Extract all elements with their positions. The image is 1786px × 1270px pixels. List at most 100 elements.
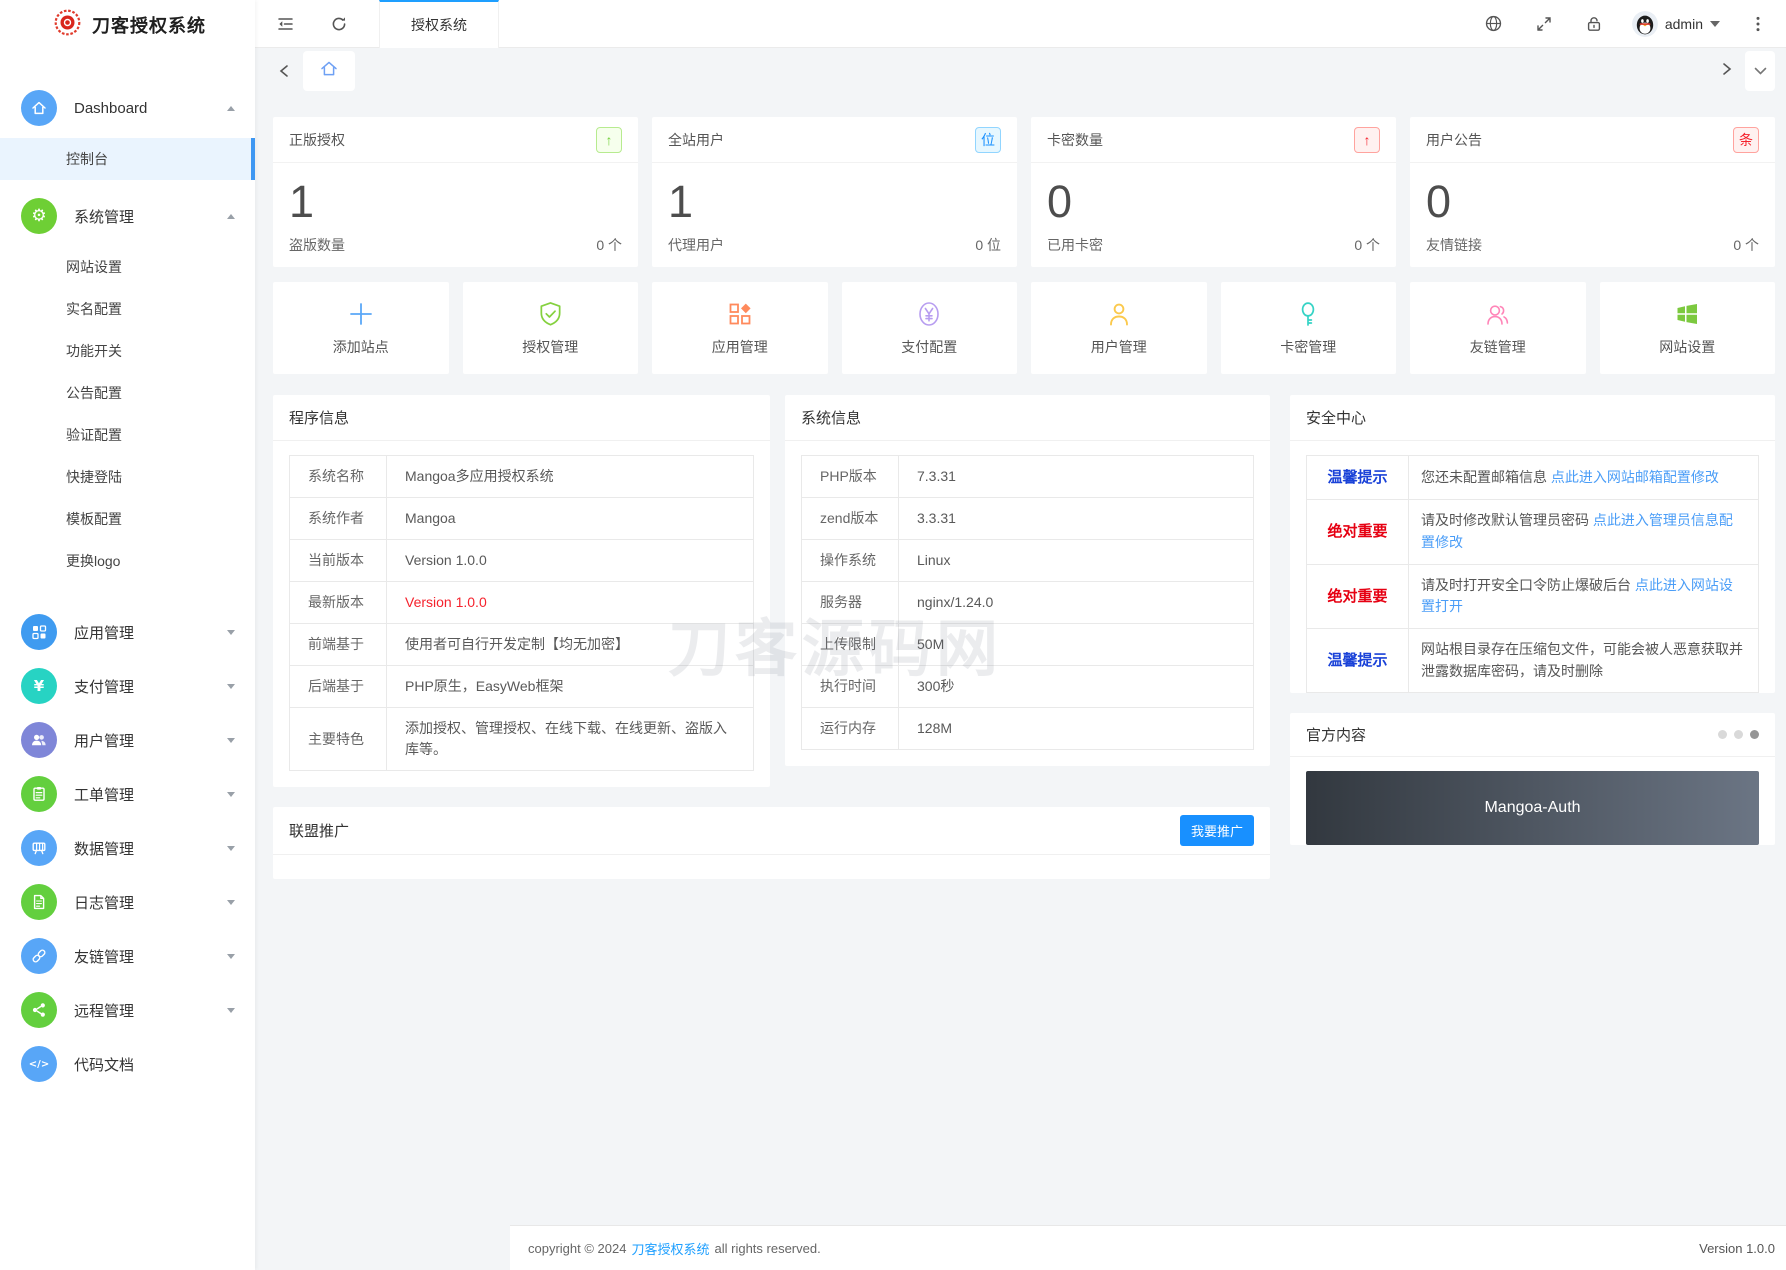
home-icon <box>21 90 57 126</box>
carousel-dot[interactable] <box>1718 730 1727 739</box>
yen-circle-icon <box>917 299 941 329</box>
sidebar-item-label: 数据管理 <box>74 838 134 859</box>
panel-title: 联盟推广 <box>289 820 349 841</box>
stat-footer-label: 友情链接 <box>1426 235 1482 255</box>
promote-button[interactable]: 我要推广 <box>1180 815 1254 846</box>
breadcrumb-home[interactable] <box>303 51 355 91</box>
chevron-down-icon <box>227 846 235 851</box>
page-footer: copyright © 2024 刀客授权系统 all rights reser… <box>510 1225 1786 1270</box>
sidebar-item-dashboard[interactable]: Dashboard <box>0 84 255 132</box>
stat-value: 1 <box>668 176 1017 228</box>
shortcut-payment-config[interactable]: 支付配置 <box>842 282 1018 374</box>
carousel-dots <box>1718 730 1759 739</box>
stat-value: 0 <box>1426 176 1775 228</box>
sidebar-item-feature-switch[interactable]: 功能开关 <box>0 330 255 372</box>
sidebar-item-code-docs[interactable]: </> 代码文档 <box>0 1040 255 1088</box>
shortcut-user-mgmt[interactable]: 用户管理 <box>1031 282 1207 374</box>
forward-arrow-icon[interactable] <box>1721 62 1733 81</box>
sidebar-item-label: 工单管理 <box>74 784 134 805</box>
sidebar-item-label: 代码文档 <box>74 1054 134 1075</box>
more-options-icon[interactable] <box>1746 12 1770 36</box>
sidebar-item-change-logo[interactable]: 更换logo <box>0 540 255 582</box>
info-row: 服务器nginx/1.24.0 <box>802 582 1254 624</box>
topbar-actions: admin <box>1482 11 1786 37</box>
refresh-icon[interactable] <box>327 12 351 36</box>
tab-auth-system[interactable]: 授权系统 <box>379 0 499 48</box>
sidebar-item-label: 远程管理 <box>74 1000 134 1021</box>
shortcut-app-mgmt[interactable]: 应用管理 <box>652 282 828 374</box>
content: 正版授权 ↑ 1 盗版数量 0 个 全站用户 位 1 <box>255 94 1786 879</box>
sidebar-item-label: 系统管理 <box>74 206 134 227</box>
globe-icon[interactable] <box>1482 12 1506 36</box>
sidebar-item-console[interactable]: 控制台 <box>0 138 255 180</box>
key-icon <box>1297 299 1319 329</box>
security-link[interactable]: 点此进入网站邮箱配置修改 <box>1551 469 1719 485</box>
panels-row: 程序信息 系统名称Mangoa多应用授权系统 系统作者Mangoa 当前版本Ve… <box>273 395 1775 879</box>
stat-badge: 条 <box>1733 127 1759 153</box>
panel-title: 系统信息 <box>801 407 861 428</box>
info-row: 系统作者Mangoa <box>290 498 754 540</box>
sidebar-item-quick-login[interactable]: 快捷登陆 <box>0 456 255 498</box>
stat-footer-label: 已用卡密 <box>1047 235 1103 255</box>
sidebar-item-site-settings[interactable]: 网站设置 <box>0 246 255 288</box>
app-grid-icon <box>727 299 753 329</box>
security-center-panel: 安全中心 温馨提示 您还未配置邮箱信息 点此进入网站邮箱配置修改 绝对重要 请及… <box>1290 395 1775 693</box>
back-arrow-icon[interactable] <box>273 51 295 91</box>
stat-title: 用户公告 <box>1426 130 1482 150</box>
footer-version: Version 1.0.0 <box>1699 1241 1775 1256</box>
shortcut-site-settings[interactable]: 网站设置 <box>1600 282 1776 374</box>
brand-emblem-icon <box>54 9 81 41</box>
people-icon <box>1484 299 1511 329</box>
sidebar-item-payment-mgmt[interactable]: ¥ 支付管理 <box>0 662 255 710</box>
home-outline-icon <box>319 59 339 83</box>
sidebar-item-ticket-mgmt[interactable]: 工单管理 <box>0 770 255 818</box>
lock-icon[interactable] <box>1582 12 1606 36</box>
sidebar-item-remote-mgmt[interactable]: 远程管理 <box>0 986 255 1034</box>
sidebar-item-label: Dashboard <box>74 100 147 117</box>
tabs-dropdown[interactable] <box>1745 51 1775 91</box>
code-icon: </> <box>21 1046 57 1082</box>
footer-brand-link[interactable]: 刀客授权系统 <box>631 1239 709 1258</box>
sidebar-item-verify-config[interactable]: 验证配置 <box>0 414 255 456</box>
shortcut-add-site[interactable]: 添加站点 <box>273 282 449 374</box>
sidebar-toggle-icon[interactable] <box>273 12 297 36</box>
breadcrumb-right <box>1721 51 1775 91</box>
stat-footer-value: 0 个 <box>1733 235 1759 255</box>
info-row: 后端基于PHP原生，EasyWeb框架 <box>290 666 754 708</box>
main-area: 授权系统 admin <box>255 0 1786 1270</box>
sidebar-item-template-config[interactable]: 模板配置 <box>0 498 255 540</box>
shortcut-friendlink-mgmt[interactable]: 友链管理 <box>1410 282 1586 374</box>
share-icon <box>21 992 57 1028</box>
system-info-table: PHP版本7.3.31 zend版本3.3.31 操作系统Linux 服务器ng… <box>801 455 1254 750</box>
document-icon <box>21 884 57 920</box>
sidebar-item-friendlink-mgmt[interactable]: 友链管理 <box>0 932 255 980</box>
chevron-up-icon <box>227 106 235 111</box>
system-info-panel: 系统信息 PHP版本7.3.31 zend版本3.3.31 操作系统Linux … <box>785 395 1270 766</box>
stat-footer-value: 0 个 <box>1354 235 1380 255</box>
panel-title: 程序信息 <box>289 407 349 428</box>
info-row: 运行内存128M <box>802 708 1254 750</box>
shortcut-cardkey-mgmt[interactable]: 卡密管理 <box>1221 282 1397 374</box>
username: admin <box>1665 16 1703 32</box>
info-row: 主要特色添加授权、管理授权、在线下载、在线更新、盗版入库等。 <box>290 708 754 771</box>
panel-title: 安全中心 <box>1306 407 1366 428</box>
sidebar-item-app-mgmt[interactable]: 应用管理 <box>0 608 255 656</box>
sidebar-item-data-mgmt[interactable]: 数据管理 <box>0 824 255 872</box>
sidebar-item-user-mgmt[interactable]: 用户管理 <box>0 716 255 764</box>
sidebar-item-announce-config[interactable]: 公告配置 <box>0 372 255 414</box>
sidebar-item-log-mgmt[interactable]: 日志管理 <box>0 878 255 926</box>
clipboard-icon <box>21 776 57 812</box>
fullscreen-icon[interactable] <box>1532 12 1556 36</box>
carousel-dot-active[interactable] <box>1750 730 1759 739</box>
shortcut-license-mgmt[interactable]: 授权管理 <box>463 282 639 374</box>
sidebar-item-realname-config[interactable]: 实名配置 <box>0 288 255 330</box>
apps-icon <box>21 614 57 650</box>
user-menu[interactable]: admin <box>1632 11 1720 37</box>
person-icon <box>1106 299 1132 329</box>
carousel-dot[interactable] <box>1734 730 1743 739</box>
chevron-down-icon <box>227 684 235 689</box>
sidebar-item-system-mgmt[interactable]: ⚙ 系统管理 <box>0 192 255 240</box>
chevron-down-icon <box>227 630 235 635</box>
sidebar: 刀客授权系统 Dashboard 控制台 ⚙ 系统管理 网站设置 <box>0 0 255 1270</box>
plus-icon <box>348 299 374 329</box>
